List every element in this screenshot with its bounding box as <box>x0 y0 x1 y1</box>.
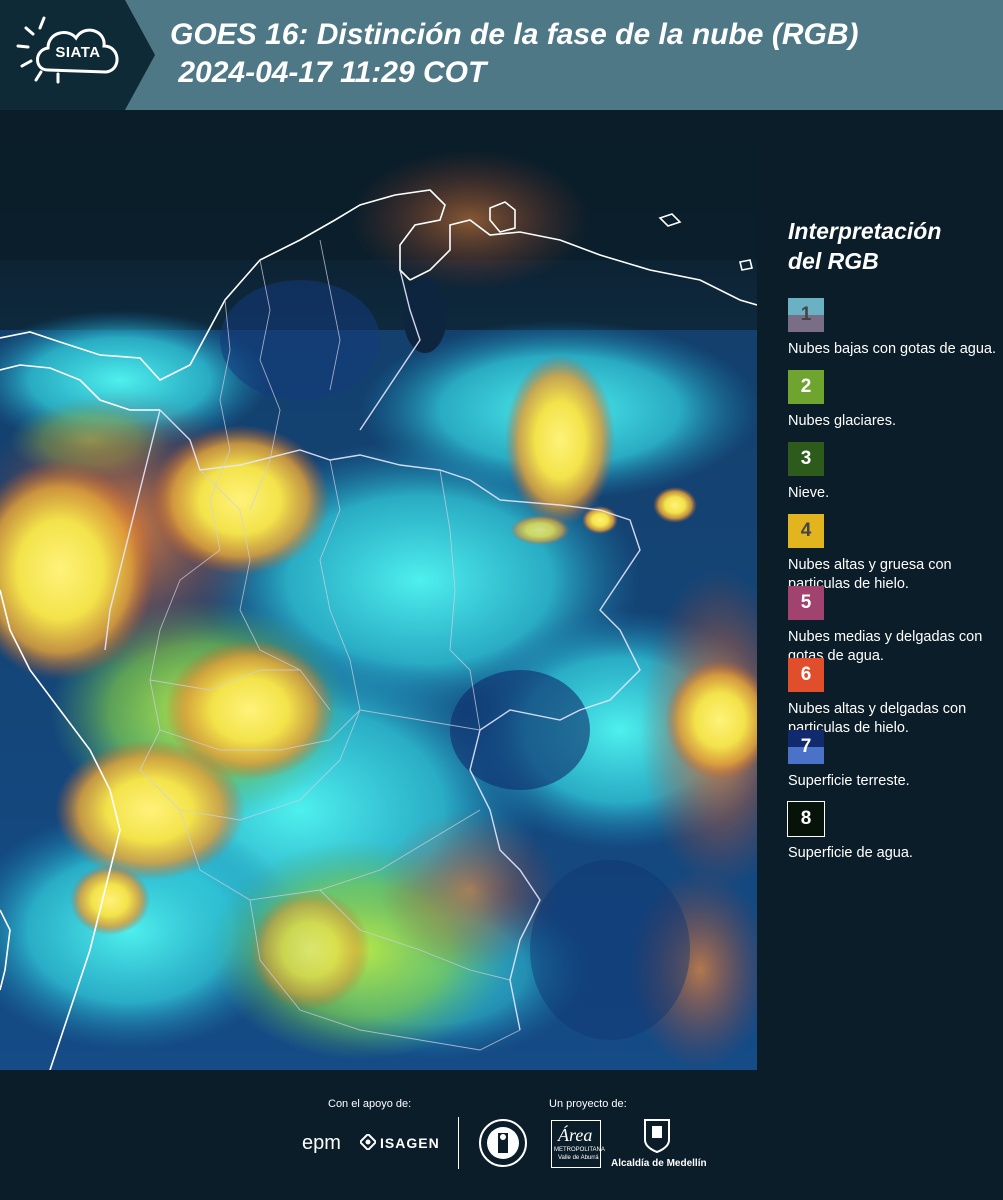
title-line-1: GOES 16: Distinción de la fase de la nub… <box>170 18 859 51</box>
legend-item-8: 8 Superficie de agua. <box>787 801 998 863</box>
legend-swatch: 2 <box>788 370 824 404</box>
legend-number: 1 <box>800 304 812 325</box>
rgb-legend: Interpretación del RGB 1 Nubes bajas con … <box>762 110 1003 1070</box>
legend-number: 6 <box>800 664 812 685</box>
legend-item-3: 3 Nieve. <box>788 442 998 503</box>
legend-swatch: 5 <box>788 586 824 620</box>
legend-swatch: 3 <box>788 442 824 476</box>
legend-label: Superficie de agua. <box>788 845 913 861</box>
legend-label: Nubes glaciares. <box>788 413 896 429</box>
alcaldia-shield-icon <box>643 1118 671 1154</box>
legend-number: 2 <box>800 376 812 397</box>
legend-title-line-2: del RGB <box>788 248 879 274</box>
support-label: Con el apoyo de: <box>328 1098 412 1110</box>
legend-number: 8 <box>800 808 812 829</box>
legend-item-4: 4 Nubes altas y gruesa con particulas de … <box>788 514 998 594</box>
legend-swatch: 4 <box>788 514 824 548</box>
epm-logo[interactable]: epm <box>302 1132 341 1155</box>
legend-number: 4 <box>800 520 812 541</box>
area-logo-sub2: Valle de Aburrá <box>558 1155 599 1161</box>
legend-swatch: 1 <box>788 298 824 332</box>
area-logo-text: Área <box>558 1125 593 1145</box>
project-label: Un proyecto de: <box>549 1098 627 1110</box>
satellite-rgb-map[interactable] <box>0 110 757 1070</box>
area-metropolitana-logo[interactable]: Área METROPOLITANA Valle de Aburrá <box>551 1120 605 1168</box>
legend-item-6: 6 Nubes altas y delgadas con particulas d… <box>788 658 998 738</box>
alcaldia-logo-text[interactable]: Alcaldía de Medellín <box>611 1158 707 1169</box>
header-bar: SIATA GOES 16: Distinción de la fase de … <box>0 0 1003 110</box>
legend-title-line-1: Interpretación <box>788 218 942 244</box>
page-title: GOES 16: Distinción de la fase de la nub… <box>170 16 990 92</box>
title-line-2: 2024-04-17 11:29 COT <box>170 56 487 89</box>
legend-number: 5 <box>800 592 812 613</box>
legend-swatch: 8 <box>787 801 825 837</box>
legend-label: Superficie terreste. <box>788 773 910 789</box>
footer-divider <box>458 1117 459 1169</box>
area-logo-sub1: METROPOLITANA <box>554 1147 605 1153</box>
legend-label: Nieve. <box>788 485 830 501</box>
legend-item-7: 7 Superficie terreste. <box>788 730 998 791</box>
satellite-image <box>0 110 757 1070</box>
legend-number: 3 <box>800 448 812 469</box>
legend-item-2: 2 Nubes glaciares. <box>788 370 998 431</box>
footer: Con el apoyo de: Un proyecto de: epm ISA… <box>0 1070 1003 1200</box>
siata-seal-icon[interactable] <box>478 1118 528 1168</box>
legend-item-1: 1 Nubes bajas con gotas de agua. <box>788 298 998 359</box>
legend-swatch: 6 <box>788 658 824 692</box>
legend-title: Interpretación del RGB <box>788 216 998 276</box>
legend-item-5: 5 Nubes medias y delgadas con gotas de ag… <box>788 586 998 666</box>
isagen-logo[interactable]: ISAGEN <box>380 1135 440 1151</box>
legend-swatch: 7 <box>788 730 824 764</box>
isagen-icon <box>358 1132 378 1152</box>
legend-label: Nubes bajas con gotas de agua. <box>788 341 996 357</box>
siata-logo[interactable]: SIATA <box>0 0 155 110</box>
legend-number: 7 <box>800 736 812 757</box>
siata-logo-text: SIATA <box>55 44 101 61</box>
